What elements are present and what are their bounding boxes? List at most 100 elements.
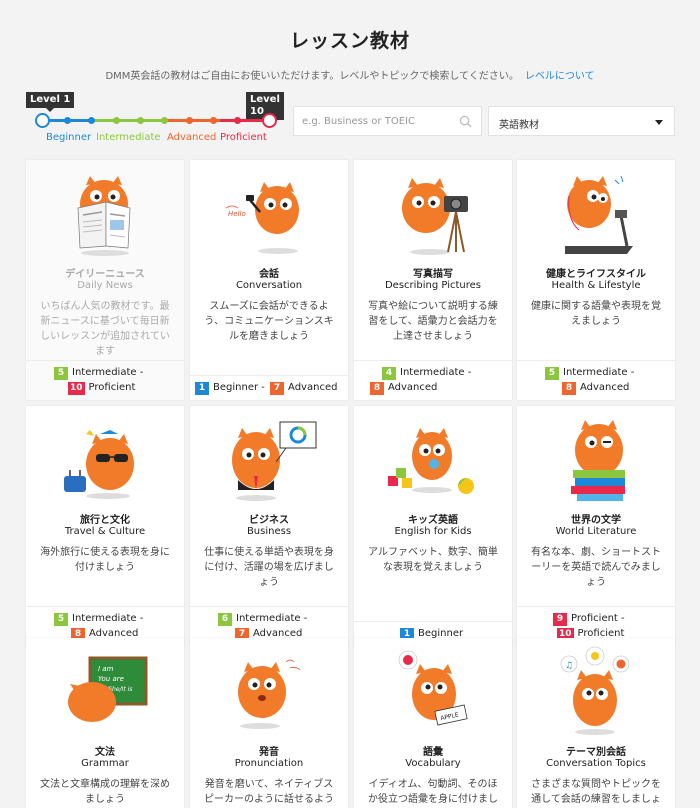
level-dot-4[interactable] — [113, 117, 120, 124]
card-title: 健康とライフスタイル — [546, 269, 646, 280]
vocabulary-illustration: APPLE — [398, 650, 468, 726]
kids-illustration — [388, 428, 474, 494]
lesson-card-describing-pictures[interactable]: 写真描写 Describing Pictures 写真や絵について説明する練習を… — [354, 160, 512, 400]
level-label: Proficient — [571, 613, 618, 624]
level-dot-2[interactable] — [64, 117, 71, 124]
lesson-card-business[interactable]: ビジネス Business 仕事に使える単語や表現を身に付け、活躍の場を広げまし… — [190, 406, 348, 646]
level-to: 8 Advanced — [562, 382, 629, 395]
lesson-card-health-lifestyle[interactable]: 健康とライフスタイル Health & Lifestyle 健康に関する語彙や表… — [517, 160, 675, 400]
level-dot-6[interactable] — [161, 117, 168, 124]
card-subtitle: Describing Pictures — [384, 280, 482, 291]
level-badge: 1 — [195, 382, 209, 395]
stage-label-beginner: Beginner — [46, 132, 92, 143]
level-from: 5 Intermediate - — [54, 613, 143, 626]
lesson-card-daily-news[interactable]: デイリーニュース Daily News いちばん人気の教材です。最新ニュースに基… — [26, 160, 184, 400]
level-label: Proficient — [88, 382, 136, 393]
level-max-handle[interactable] — [262, 113, 277, 128]
grammar-art-line-2: You are — [98, 675, 124, 683]
level-badge: 5 — [545, 367, 559, 380]
lesson-card-english-for-kids[interactable]: キッズ英語 English for Kids アルファベット、数字、簡単な表現を… — [354, 406, 512, 646]
lesson-card-grammar[interactable]: I am You are He/She/It is 文法 Grammar 文法と… — [26, 638, 184, 808]
level-label: Intermediate — [72, 613, 137, 624]
card-subtitle: Daily News — [77, 280, 133, 291]
level-dot-9[interactable] — [234, 117, 241, 124]
card-title: 写真描写 — [413, 269, 453, 280]
svg-text:♫: ♫ — [565, 661, 573, 671]
hello-art-text: Hello — [228, 210, 246, 218]
search-icon[interactable] — [459, 115, 472, 128]
level-from: 4 Intermediate - — [382, 367, 471, 380]
lesson-card-world-literature[interactable]: 世界の文学 World Literature 有名な本、劇、ショートストーリーを… — [517, 406, 675, 646]
level-badge: 5 — [54, 613, 68, 626]
level-badge: 9 — [553, 613, 567, 626]
lesson-card-vocabulary[interactable]: APPLE 語彙 Vocabulary イディオム、句動詞、そのほか役立つ語彙を… — [354, 638, 512, 808]
level-from: 6 Intermediate - — [218, 613, 307, 626]
card-title: キッズ英語 — [408, 515, 458, 526]
card-description: いちばん人気の教材です。最新ニュースに基づいて毎日新しいレッスンが追加されていま… — [40, 301, 170, 357]
card-subtitle: Conversation — [235, 280, 303, 291]
level-badge: 6 — [218, 613, 232, 626]
level-to: 8 Advanced — [370, 382, 437, 395]
card-title: 世界の文学 — [571, 515, 621, 526]
card-description: 有名な本、劇、ショートストーリーを英語で読んでみましょう — [531, 547, 661, 588]
card-level-range: 5 Intermediate - 8 Advanced — [517, 360, 675, 400]
level-dot-8[interactable] — [210, 117, 217, 124]
card-subtitle: Travel & Culture — [64, 526, 146, 537]
level-label: Intermediate — [400, 367, 465, 378]
card-title: デイリーニュース — [65, 269, 145, 280]
search-input[interactable]: e.g. Business or TOEIC — [293, 106, 482, 136]
category-select-value: 英語教材 — [499, 120, 539, 131]
card-subtitle: Grammar — [81, 758, 129, 769]
card-description: 写真や絵について説明する練習をして、語彙力と会話力を上達させましょう — [368, 301, 498, 342]
level-dot-5[interactable] — [137, 117, 144, 124]
books-illustration — [571, 420, 625, 501]
intro-message: DMM英会話の教材はご自由にお使いいただけます。レベルやトピックで検索してくださ… — [105, 71, 519, 82]
level-from: 1 Beginner - 7 Advanced — [195, 382, 337, 395]
level-badge: 10 — [68, 382, 85, 395]
business-illustration — [232, 421, 317, 501]
card-level-range: 1 Beginner - 7 Advanced — [190, 375, 348, 400]
conversation-illustration: Hello — [225, 182, 299, 254]
level-min-handle[interactable] — [35, 113, 50, 128]
card-description: 健康に関する語彙や表現を覚えましょう — [531, 301, 661, 327]
level-badge: 8 — [370, 382, 384, 395]
stage-label-proficient: Proficient — [220, 132, 267, 143]
level-dot-3[interactable] — [88, 117, 95, 124]
lesson-card-travel-culture[interactable]: 旅行と文化 Travel & Culture 海外旅行に使える表現を身に付けまし… — [26, 406, 184, 646]
card-description: 海外旅行に使える表現を身に付けましょう — [40, 547, 170, 573]
category-select[interactable]: 英語教材 — [488, 106, 675, 136]
level-slider[interactable]: Level 1 Level 10 Beginner Intermediate A… — [26, 92, 284, 147]
pronunciation-illustration — [238, 659, 301, 729]
page-title: レッスン教材 — [289, 30, 410, 52]
level-dot-7[interactable] — [186, 117, 193, 124]
travel-illustration — [64, 430, 134, 499]
lesson-card-conversation[interactable]: Hello 会話 Conversation スムーズに会話ができるよう、コミュニ… — [190, 160, 348, 400]
card-title: 発音 — [259, 747, 279, 758]
card-description: アルファベット、数字、簡単な表現を覚えましょう — [368, 547, 498, 573]
card-description: スムーズに会話ができるよう、コミュニケーションスキルを磨きましょう — [204, 301, 334, 342]
card-title: テーマ別会話 — [566, 747, 626, 758]
lesson-card-conversation-topics[interactable]: ♫ テーマ別会話 Conversation Topics さまざまな質問やトピッ… — [517, 638, 675, 808]
card-description: イディオム、句動詞、そのほか役立つ語彙を身に付けまし — [368, 779, 498, 805]
level-badge: 5 — [54, 367, 68, 380]
card-level-range: 4 Intermediate - 8 Advanced — [354, 360, 512, 400]
card-subtitle: English for Kids — [394, 526, 472, 537]
level-label: Intermediate — [72, 367, 137, 378]
level-label: Intermediate — [236, 613, 301, 624]
card-title: 語彙 — [423, 747, 443, 758]
card-title: 文法 — [95, 747, 115, 758]
level-label: Advanced — [580, 382, 630, 393]
card-title: 旅行と文化 — [80, 515, 130, 526]
level-min-tag: Level 1 — [26, 92, 75, 112]
grammar-art-line-1: I am — [98, 665, 114, 673]
card-subtitle: Conversation Topics — [546, 758, 646, 769]
stage-label-advanced: Advanced — [167, 132, 217, 143]
card-subtitle: Pronunciation — [234, 758, 304, 769]
level-info-link[interactable]: レベルについて — [525, 71, 595, 82]
card-title: 会話 — [259, 269, 279, 280]
card-description: 仕事に使える単語や表現を身に付け、活躍の場を広げましょう — [204, 547, 334, 588]
lesson-card-pronunciation[interactable]: 発音 Pronunciation 発音を磨いて、ネイティブスピーカーのように話せ… — [190, 638, 348, 808]
level-from: 5 Intermediate - — [54, 367, 143, 380]
level-label: Intermediate — [563, 367, 628, 378]
card-subtitle: Vocabulary — [405, 758, 461, 769]
